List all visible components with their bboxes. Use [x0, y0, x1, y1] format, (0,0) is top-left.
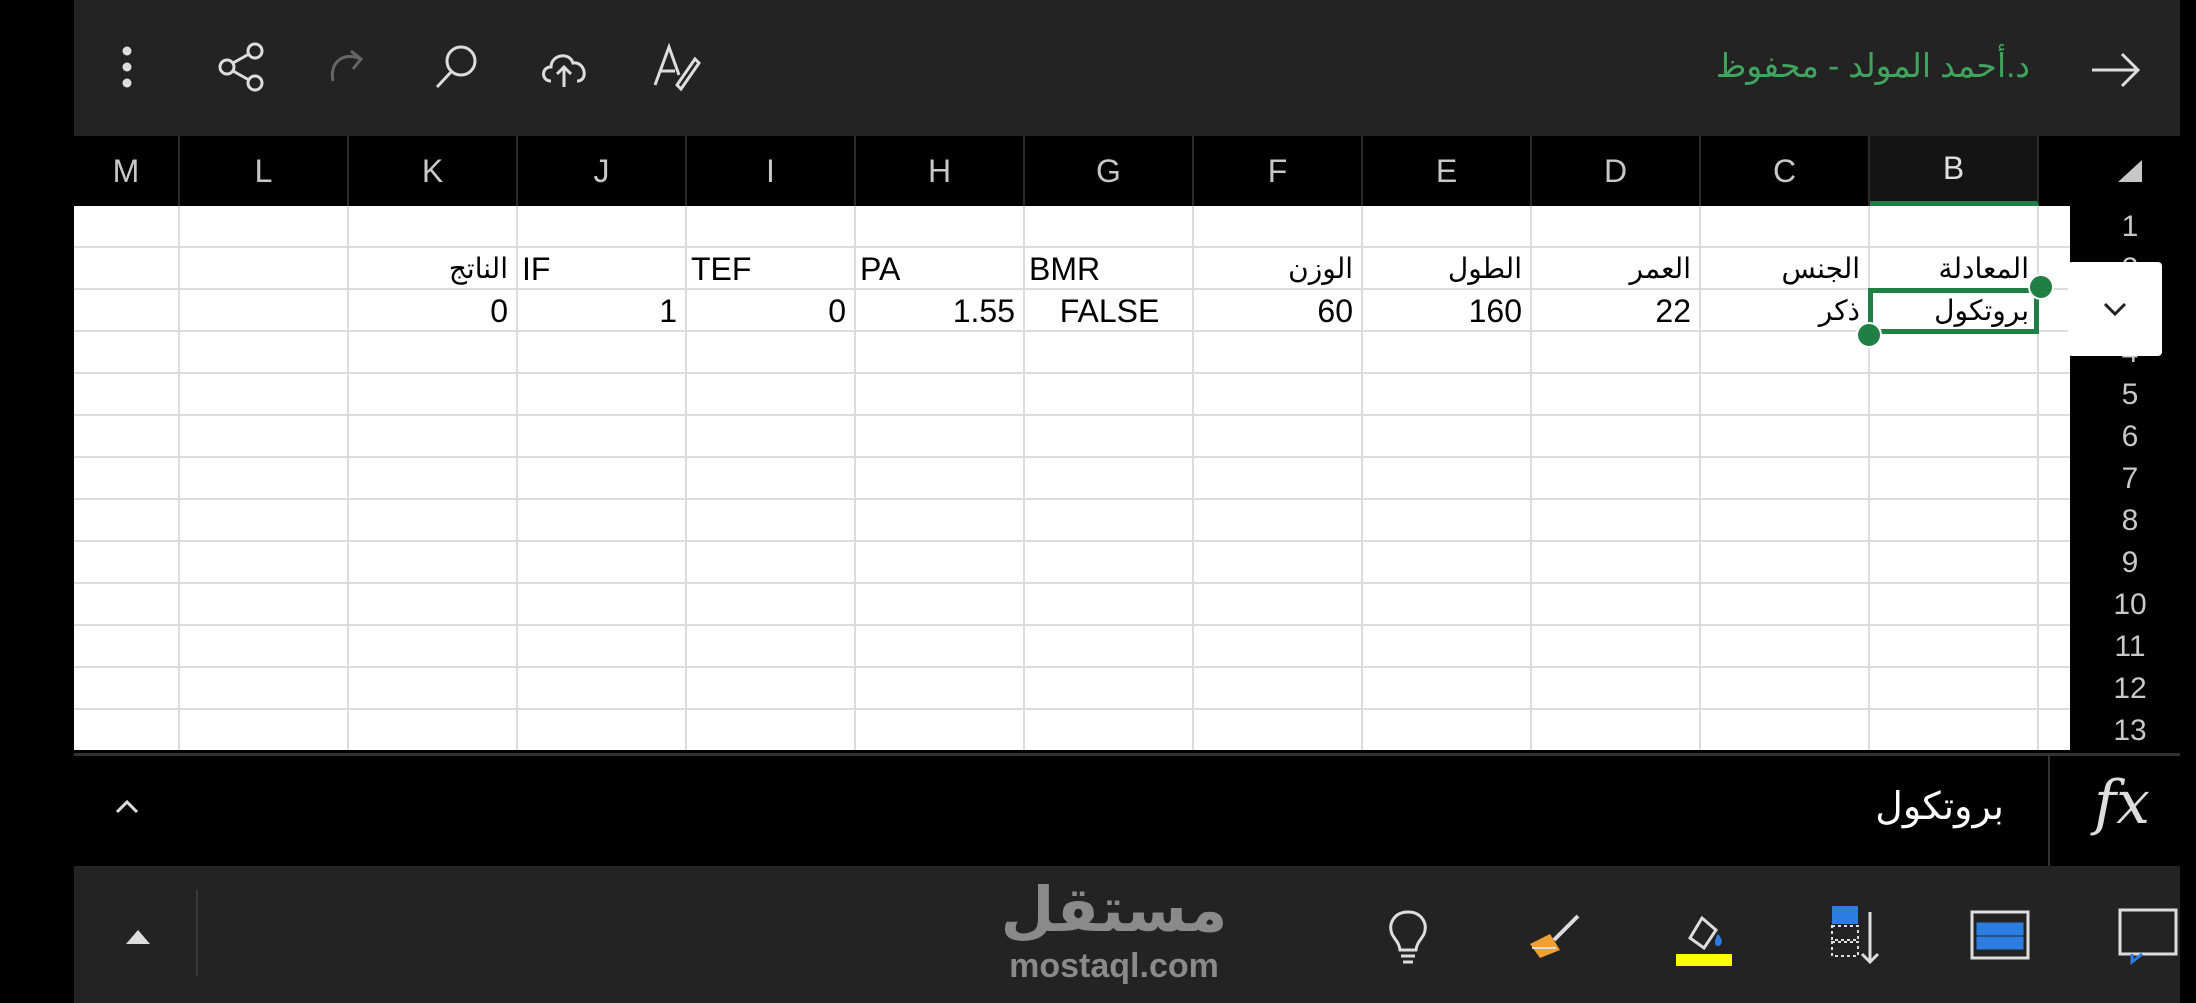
cell-g2[interactable]: BMR [1029, 248, 1184, 290]
column-header-k[interactable]: K [349, 136, 518, 206]
cell-j2[interactable]: IF [522, 248, 677, 290]
formula-input[interactable]: بروتكول [1875, 784, 2004, 829]
redo-icon[interactable] [316, 34, 382, 100]
cell-c2[interactable]: الجنس [1705, 248, 1860, 290]
column-header-h[interactable]: H [856, 136, 1025, 206]
fx-icon[interactable]: fx [2094, 768, 2150, 838]
cloud-upload-icon[interactable] [532, 34, 598, 100]
watermark: مستقل mostaql.com [964, 876, 1264, 996]
draw-icon[interactable] [640, 34, 706, 100]
column-header-d[interactable]: D [1532, 136, 1701, 206]
column-header-g[interactable]: G [1025, 136, 1194, 206]
cell-k2[interactable]: الناتج [353, 248, 508, 290]
lightbulb-icon[interactable] [1368, 896, 1448, 976]
row-header-5[interactable]: 5 [2080, 374, 2180, 416]
row-header-13[interactable]: 13 [2080, 710, 2180, 752]
column-header-b[interactable]: B [1870, 136, 2039, 206]
more-vertical-icon[interactable] [94, 34, 160, 100]
cell-b2[interactable]: المعادلة [1874, 248, 2029, 290]
column-header-e[interactable]: E [1363, 136, 1532, 206]
fill-color-icon[interactable] [1664, 896, 1744, 976]
cell-c3[interactable]: ذكر [1705, 290, 1860, 332]
comment-icon[interactable] [2108, 896, 2188, 976]
selection-handle-bottom[interactable] [1856, 322, 1882, 348]
bottom-ribbon: مستقل mostaql.com [74, 866, 2180, 1003]
chevron-down-icon[interactable] [2068, 262, 2162, 356]
cell-e2[interactable]: الطول [1367, 248, 1522, 290]
cell-h3[interactable]: 1.55 [860, 290, 1015, 332]
row-header-12[interactable]: 12 [2080, 668, 2180, 710]
watermark-url: mostaql.com [1009, 947, 1219, 985]
app-window: د.أحمد المولد - محفوظ M L K J I H G F E … [74, 0, 2180, 1003]
column-header-bar: M L K J I H G F E D C B [74, 136, 2180, 206]
cell-k3[interactable]: 0 [353, 290, 508, 332]
cell-g3[interactable]: FALSE [1025, 290, 1194, 332]
formula-bar: بروتكول fx [74, 753, 2180, 866]
row-header-7[interactable]: 7 [2080, 458, 2180, 500]
column-header-c[interactable]: C [1701, 136, 1870, 206]
cell-i2[interactable]: TEF [691, 248, 846, 290]
row-header-11[interactable]: 11 [2080, 626, 2180, 668]
top-toolbar: د.أحمد المولد - محفوظ [74, 0, 2180, 136]
row-header-1[interactable]: 1 [2080, 206, 2180, 248]
selected-cell-outline [1868, 288, 2039, 334]
cell-grid[interactable]: المعادلة الجنس العمر الطول الوزن BMR PA … [74, 206, 2070, 750]
cell-d2[interactable]: العمر [1536, 248, 1691, 290]
expand-up-icon[interactable] [98, 896, 178, 976]
ribbon-divider [196, 890, 198, 976]
cell-e3[interactable]: 160 [1367, 290, 1522, 332]
row-header-10[interactable]: 10 [2080, 584, 2180, 626]
cell-h2[interactable]: PA [860, 248, 1015, 290]
column-header-i[interactable]: I [687, 136, 856, 206]
column-header-f[interactable]: F [1194, 136, 1363, 206]
column-header-m[interactable]: M [74, 136, 180, 206]
formula-divider [2048, 756, 2050, 866]
column-header-l[interactable]: L [180, 136, 349, 206]
row-header-9[interactable]: 9 [2080, 542, 2180, 584]
cell-i3[interactable]: 0 [691, 290, 846, 332]
chevron-up-icon[interactable] [102, 782, 152, 832]
cell-d3[interactable]: 22 [1536, 290, 1691, 332]
format-brush-icon[interactable] [1516, 896, 1596, 976]
insert-rows-icon[interactable] [1812, 896, 1892, 976]
watermark-logo: مستقل [1000, 876, 1228, 945]
selection-handle-top[interactable] [2028, 274, 2054, 300]
row-header-6[interactable]: 6 [2080, 416, 2180, 458]
column-header-j[interactable]: J [518, 136, 687, 206]
select-all-corner[interactable] [2080, 136, 2180, 206]
cell-f3[interactable]: 60 [1198, 290, 1353, 332]
cell-j3[interactable]: 1 [522, 290, 677, 332]
back-arrow-icon[interactable] [2086, 40, 2146, 100]
search-icon[interactable] [424, 34, 490, 100]
cell-f2[interactable]: الوزن [1198, 248, 1353, 290]
document-title: د.أحمد المولد - محفوظ [1715, 47, 2030, 84]
spreadsheet-area: M L K J I H G F E D C B المعادلة الجنس ا… [74, 136, 2180, 753]
row-header-8[interactable]: 8 [2080, 500, 2180, 542]
table-style-icon[interactable] [1960, 896, 2040, 976]
share-icon[interactable] [208, 34, 274, 100]
